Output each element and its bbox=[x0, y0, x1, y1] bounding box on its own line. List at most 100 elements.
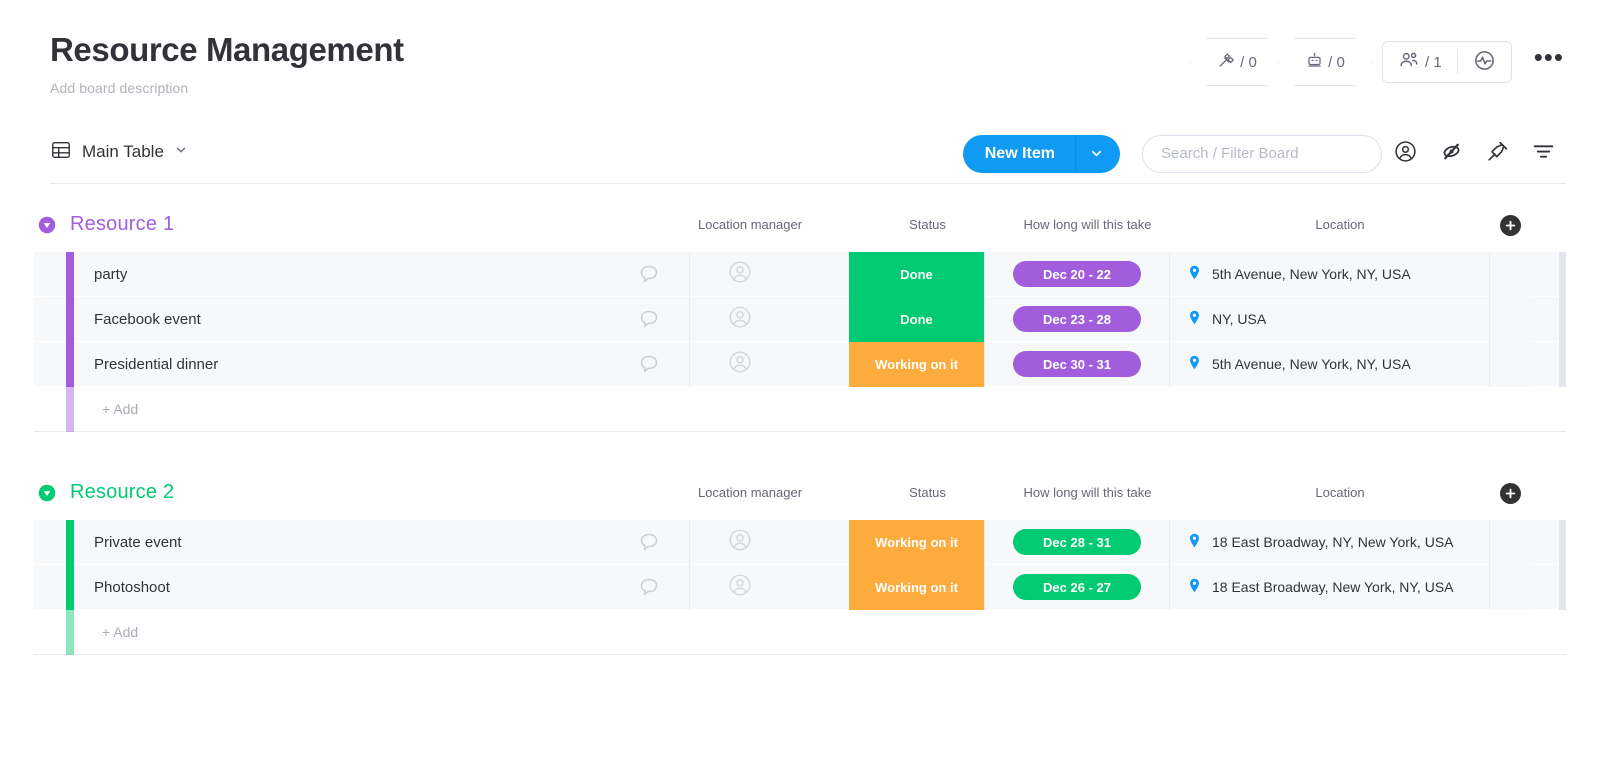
cell-timeline[interactable]: Dec 28 - 31 bbox=[984, 519, 1169, 565]
cell-location-manager[interactable] bbox=[689, 296, 789, 342]
integrations-badge[interactable]: / 0 bbox=[1278, 38, 1372, 86]
search-filter-box[interactable] bbox=[1142, 134, 1382, 173]
cell-location[interactable]: 5th Avenue, New York, NY, USA bbox=[1169, 251, 1489, 297]
row-color-strip bbox=[66, 519, 74, 565]
person-circle-icon bbox=[1393, 139, 1418, 169]
cell-empty[interactable] bbox=[1489, 564, 1531, 610]
members-count: / 1 bbox=[1425, 53, 1442, 71]
chevron-down-icon[interactable] bbox=[174, 143, 188, 162]
cell-location[interactable]: 18 East Broadway, NY, New York, USA bbox=[1169, 519, 1489, 565]
table-row[interactable]: Facebook event Done Dec 23 - 28 NY, USA bbox=[34, 296, 1566, 342]
add-item-row[interactable]: + Add bbox=[34, 386, 1566, 432]
group-rows: party Done Dec 20 - 22 5th Avenue, New Y… bbox=[34, 251, 1566, 432]
column-header[interactable]: Status bbox=[860, 206, 995, 244]
cell-timeline[interactable]: Dec 30 - 31 bbox=[984, 341, 1169, 387]
new-item-dropdown-chevron-down-icon[interactable] bbox=[1076, 134, 1120, 173]
person-filter-button[interactable] bbox=[1382, 134, 1428, 174]
cell-empty[interactable] bbox=[1489, 296, 1531, 342]
location-pin-icon bbox=[1186, 309, 1203, 329]
hide-columns-button[interactable] bbox=[1428, 134, 1474, 174]
cell-status[interactable]: Done bbox=[849, 296, 984, 342]
table-row[interactable]: Presidential dinner Working on it Dec 30… bbox=[34, 341, 1566, 387]
add-item-label[interactable]: + Add bbox=[102, 610, 138, 655]
row-comment-button[interactable] bbox=[624, 565, 674, 610]
cell-timeline[interactable]: Dec 23 - 28 bbox=[984, 296, 1169, 342]
integrations-count: / 0 bbox=[1328, 53, 1345, 71]
automation-icon bbox=[1217, 51, 1236, 74]
cell-status[interactable]: Working on it bbox=[849, 519, 984, 565]
row-item-name[interactable]: Facebook event bbox=[94, 297, 201, 342]
filter-icon bbox=[1531, 139, 1556, 169]
board-members-button[interactable]: / 1 bbox=[1383, 42, 1457, 82]
tab-main-table[interactable]: Main Table bbox=[50, 139, 188, 166]
cell-empty[interactable] bbox=[1489, 519, 1531, 565]
add-item-row[interactable]: + Add bbox=[34, 609, 1566, 655]
group-header: Resource 2 Location manager Status How long… bbox=[34, 474, 1566, 512]
location-pin-icon bbox=[1186, 577, 1203, 597]
row-item-name[interactable]: party bbox=[94, 252, 127, 297]
horizontal-scroll-edge[interactable] bbox=[1559, 564, 1566, 610]
add-column-button[interactable] bbox=[1500, 482, 1521, 504]
row-comment-button[interactable] bbox=[624, 520, 674, 565]
location-pin-icon bbox=[1186, 532, 1203, 552]
row-item-name[interactable]: Presidential dinner bbox=[94, 342, 218, 387]
board-group: Resource 1 Location manager Status How long… bbox=[34, 206, 1566, 432]
column-header[interactable]: Status bbox=[860, 474, 995, 512]
filter-button[interactable] bbox=[1520, 134, 1566, 174]
column-header[interactable]: Location manager bbox=[640, 206, 860, 244]
cell-status[interactable]: Done bbox=[849, 251, 984, 297]
table-row[interactable]: Private event Working on it Dec 28 - 31 … bbox=[34, 519, 1566, 565]
cell-location-manager[interactable] bbox=[689, 564, 789, 610]
horizontal-scroll-edge[interactable] bbox=[1559, 296, 1566, 342]
toolbar-actions: New Item bbox=[962, 134, 1566, 174]
column-header[interactable]: How long will this take bbox=[995, 206, 1180, 244]
column-header[interactable]: Location bbox=[1180, 474, 1500, 512]
row-comment-button[interactable] bbox=[624, 342, 674, 387]
timeline-pill: Dec 26 - 27 bbox=[1013, 574, 1141, 601]
automations-badge[interactable]: / 0 bbox=[1190, 38, 1284, 86]
horizontal-scroll-edge[interactable] bbox=[1559, 251, 1566, 297]
column-header[interactable]: Location manager bbox=[640, 474, 860, 512]
table-row[interactable]: Photoshoot Working on it Dec 26 - 27 18 … bbox=[34, 564, 1566, 610]
row-color-strip bbox=[66, 251, 74, 297]
table-row[interactable]: party Done Dec 20 - 22 5th Avenue, New Y… bbox=[34, 251, 1566, 297]
cell-location-manager[interactable] bbox=[689, 519, 789, 565]
board-more-menu-button[interactable]: ••• bbox=[1528, 44, 1570, 80]
pin-button[interactable] bbox=[1474, 134, 1520, 174]
board-group: Resource 2 Location manager Status How long… bbox=[34, 474, 1566, 655]
cell-location[interactable]: NY, USA bbox=[1169, 296, 1489, 342]
group-rows: Private event Working on it Dec 28 - 31 … bbox=[34, 519, 1566, 655]
cell-location-manager[interactable] bbox=[689, 251, 789, 297]
column-headers: Location manager Status How long will this… bbox=[34, 474, 1566, 512]
cell-empty[interactable] bbox=[1489, 251, 1531, 297]
person-placeholder-icon bbox=[727, 259, 753, 290]
cell-timeline[interactable]: Dec 20 - 22 bbox=[984, 251, 1169, 297]
activity-log-button[interactable] bbox=[1458, 42, 1511, 82]
status-badge: Done bbox=[900, 311, 933, 327]
column-header[interactable]: How long will this take bbox=[995, 474, 1180, 512]
cell-location-manager[interactable] bbox=[689, 341, 789, 387]
cell-timeline[interactable]: Dec 26 - 27 bbox=[984, 564, 1169, 610]
row-color-strip bbox=[66, 386, 74, 432]
row-comment-button[interactable] bbox=[624, 252, 674, 297]
people-icon bbox=[1398, 49, 1420, 75]
board-body: Resource 1 Location manager Status How long… bbox=[0, 206, 1600, 655]
column-header[interactable]: Location bbox=[1180, 206, 1500, 244]
cell-location[interactable]: 18 East Broadway, New York, NY, USA bbox=[1169, 564, 1489, 610]
horizontal-scroll-edge[interactable] bbox=[1559, 519, 1566, 565]
new-item-button[interactable]: New Item bbox=[962, 134, 1120, 173]
search-input[interactable] bbox=[1161, 145, 1363, 163]
cell-empty[interactable] bbox=[1489, 341, 1531, 387]
row-item-name[interactable]: Photoshoot bbox=[94, 565, 170, 610]
add-column-button[interactable] bbox=[1500, 214, 1521, 236]
status-badge: Working on it bbox=[875, 534, 958, 550]
row-comment-button[interactable] bbox=[624, 297, 674, 342]
board-header: Resource Management Add board descriptio… bbox=[0, 0, 1600, 96]
cell-status[interactable]: Working on it bbox=[849, 564, 984, 610]
row-item-name[interactable]: Private event bbox=[94, 520, 182, 565]
cell-status[interactable]: Working on it bbox=[849, 341, 984, 387]
cell-location[interactable]: 5th Avenue, New York, NY, USA bbox=[1169, 341, 1489, 387]
location-pin-icon bbox=[1186, 264, 1203, 284]
horizontal-scroll-edge[interactable] bbox=[1559, 341, 1566, 387]
add-item-label[interactable]: + Add bbox=[102, 387, 138, 432]
